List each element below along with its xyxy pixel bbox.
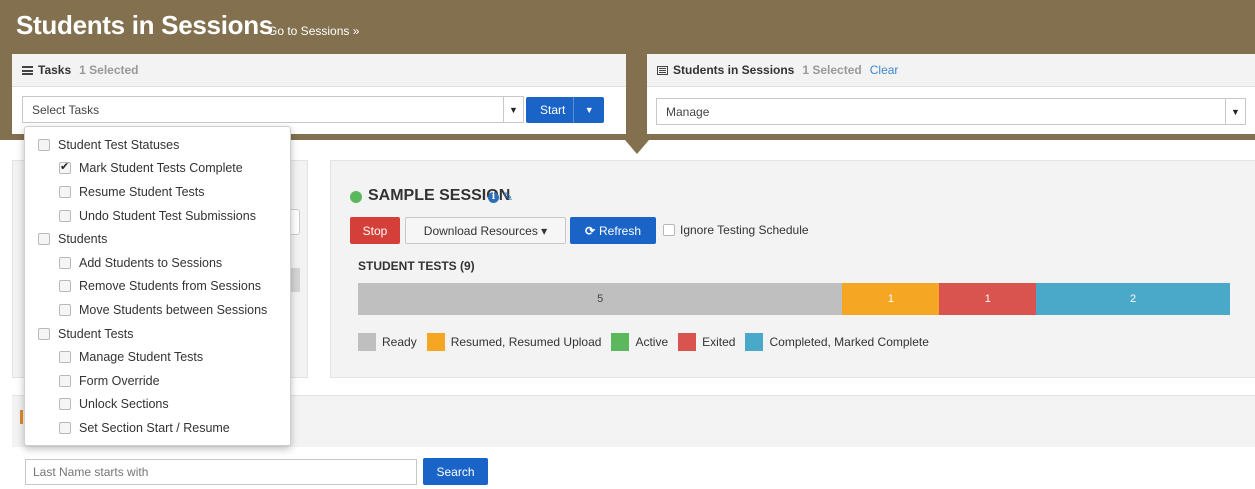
status-legend: Ready Resumed, Resumed Upload Active Exited…: [358, 333, 939, 351]
chevron-down-icon[interactable]: ▼: [1225, 99, 1245, 124]
download-resources-button[interactable]: Download Resources ▾: [405, 217, 566, 244]
legend-swatch: [358, 333, 376, 351]
task-option[interactable]: Undo Student Test Submissions: [25, 204, 290, 228]
legend-swatch: [611, 333, 630, 351]
task-option[interactable]: Move Students between Sessions: [25, 298, 290, 322]
task-option-label: Resume Student Tests: [79, 184, 205, 199]
refresh-button[interactable]: ⟳ Refresh: [570, 217, 656, 244]
task-option-checkbox[interactable]: [59, 303, 71, 316]
manage-value: Manage: [666, 104, 710, 119]
progress-segment: 2: [1036, 283, 1230, 315]
task-option-checkbox[interactable]: [38, 327, 50, 340]
select-tasks-value: Select Tasks: [32, 102, 100, 117]
legend-label: Ready: [382, 335, 417, 349]
legend-item: Ready: [358, 333, 417, 351]
task-option[interactable]: Manage Student Tests: [25, 345, 290, 369]
task-option-checkbox[interactable]: [59, 280, 71, 293]
legend-swatch: [426, 333, 445, 351]
task-option-checkbox[interactable]: [59, 185, 71, 198]
sis-panel-header: Students in Sessions 1 Selected Clear: [647, 54, 1255, 87]
task-option-label: Add Students to Sessions: [79, 255, 223, 270]
task-option-label: Mark Student Tests Complete: [79, 161, 243, 176]
task-option-checkbox[interactable]: [38, 138, 50, 151]
progress-segment: 1: [939, 283, 1037, 315]
tasks-panel-header: Tasks 1 Selected: [12, 54, 626, 87]
task-option-label: Students: [58, 232, 108, 247]
legend-label: Resumed, Resumed Upload: [450, 335, 602, 349]
task-option-checkbox[interactable]: [59, 351, 71, 364]
manage-dropdown[interactable]: Manage ▼: [656, 98, 1246, 125]
section-marker: [20, 410, 23, 424]
task-option-checkbox[interactable]: [59, 374, 71, 387]
legend-item: Completed, Marked Complete: [745, 333, 929, 351]
task-option-label: Student Test Statuses: [58, 137, 180, 152]
search-button[interactable]: Search: [423, 458, 488, 485]
task-option-label: Unlock Sections: [79, 397, 169, 412]
task-option-label: Move Students between Sessions: [79, 302, 268, 317]
task-option[interactable]: Student Tests: [25, 322, 290, 346]
task-option[interactable]: Set Section Start / Resume: [25, 416, 290, 440]
refresh-label: Refresh: [599, 223, 642, 238]
task-option-label: Remove Students from Sessions: [79, 279, 262, 294]
task-option[interactable]: Add Students to Sessions: [25, 251, 290, 275]
info-icon[interactable]: i: [488, 192, 499, 203]
tasks-selected-count: 1 Selected: [79, 63, 139, 77]
task-option-checkbox[interactable]: [59, 160, 71, 175]
progress-segment: 1: [842, 283, 940, 315]
task-option-checkbox[interactable]: [59, 256, 71, 269]
pencil-icon[interactable]: ✎: [503, 190, 513, 204]
legend-label: Active: [635, 335, 669, 349]
task-option[interactable]: Unlock Sections: [25, 393, 290, 417]
progress-segment: 5: [358, 283, 843, 315]
sis-selected-count: 1 Selected: [802, 63, 862, 77]
tasks-dropdown-menu: Student Test Statuses Mark Student Tests …: [24, 126, 291, 446]
select-tasks-dropdown[interactable]: Select Tasks ▼: [22, 96, 524, 123]
tasks-title: Tasks: [38, 63, 72, 77]
task-option[interactable]: Students: [25, 227, 290, 251]
task-option-label: Manage Student Tests: [79, 350, 204, 365]
sis-title: Students in Sessions: [673, 63, 795, 77]
task-option[interactable]: Student Test Statuses: [25, 133, 290, 157]
chevron-down-icon[interactable]: ▼: [503, 97, 523, 122]
task-option-checkbox[interactable]: [59, 398, 71, 411]
start-button-label[interactable]: Start: [526, 97, 575, 123]
legend-item: Exited: [678, 333, 735, 351]
student-tests-progress-bar: 5112: [358, 283, 1230, 315]
table-icon: [657, 65, 668, 75]
legend-item: Active: [611, 333, 668, 351]
task-option-checkbox[interactable]: [38, 233, 50, 246]
task-option[interactable]: Resume Student Tests: [25, 180, 290, 204]
session-status-dot: [350, 191, 362, 203]
page-title: Students in Sessions: [16, 10, 273, 40]
last-name-search-input[interactable]: [25, 459, 417, 485]
task-option-label: Set Section Start / Resume: [79, 420, 230, 435]
task-option[interactable]: Remove Students from Sessions: [25, 275, 290, 299]
legend-item: Resumed, Resumed Upload: [426, 333, 602, 351]
legend-swatch: [678, 333, 697, 351]
task-option[interactable]: Mark Student Tests Complete: [25, 157, 290, 181]
task-option-label: Student Tests: [58, 326, 134, 341]
start-caret-icon[interactable]: ▼: [574, 105, 604, 115]
refresh-icon: ⟳: [584, 223, 596, 238]
start-button[interactable]: Start ▼: [526, 97, 604, 123]
list-icon: [22, 65, 33, 75]
legend-label: Completed, Marked Complete: [769, 335, 929, 349]
go-to-sessions-link[interactable]: Go to Sessions »: [268, 24, 359, 38]
task-option[interactable]: Form Override: [25, 369, 290, 393]
ignore-schedule-checkbox[interactable]: [663, 224, 675, 236]
task-option-checkbox[interactable]: [59, 421, 71, 434]
task-option-checkbox[interactable]: [59, 209, 71, 222]
ignore-schedule-label[interactable]: Ignore Testing Schedule: [680, 223, 809, 237]
students-in-sessions-panel: Students in Sessions 1 Selected Clear Ma…: [647, 54, 1255, 134]
student-tests-title: STUDENT TESTS (9): [358, 259, 475, 273]
task-option-label: Form Override: [79, 373, 160, 388]
task-option-label: Undo Student Test Submissions: [79, 208, 256, 223]
panel-pointer: [625, 140, 649, 154]
legend-swatch: [745, 333, 764, 351]
clear-link[interactable]: Clear: [870, 63, 899, 77]
stop-button[interactable]: Stop: [350, 217, 400, 244]
legend-label: Exited: [702, 335, 736, 349]
